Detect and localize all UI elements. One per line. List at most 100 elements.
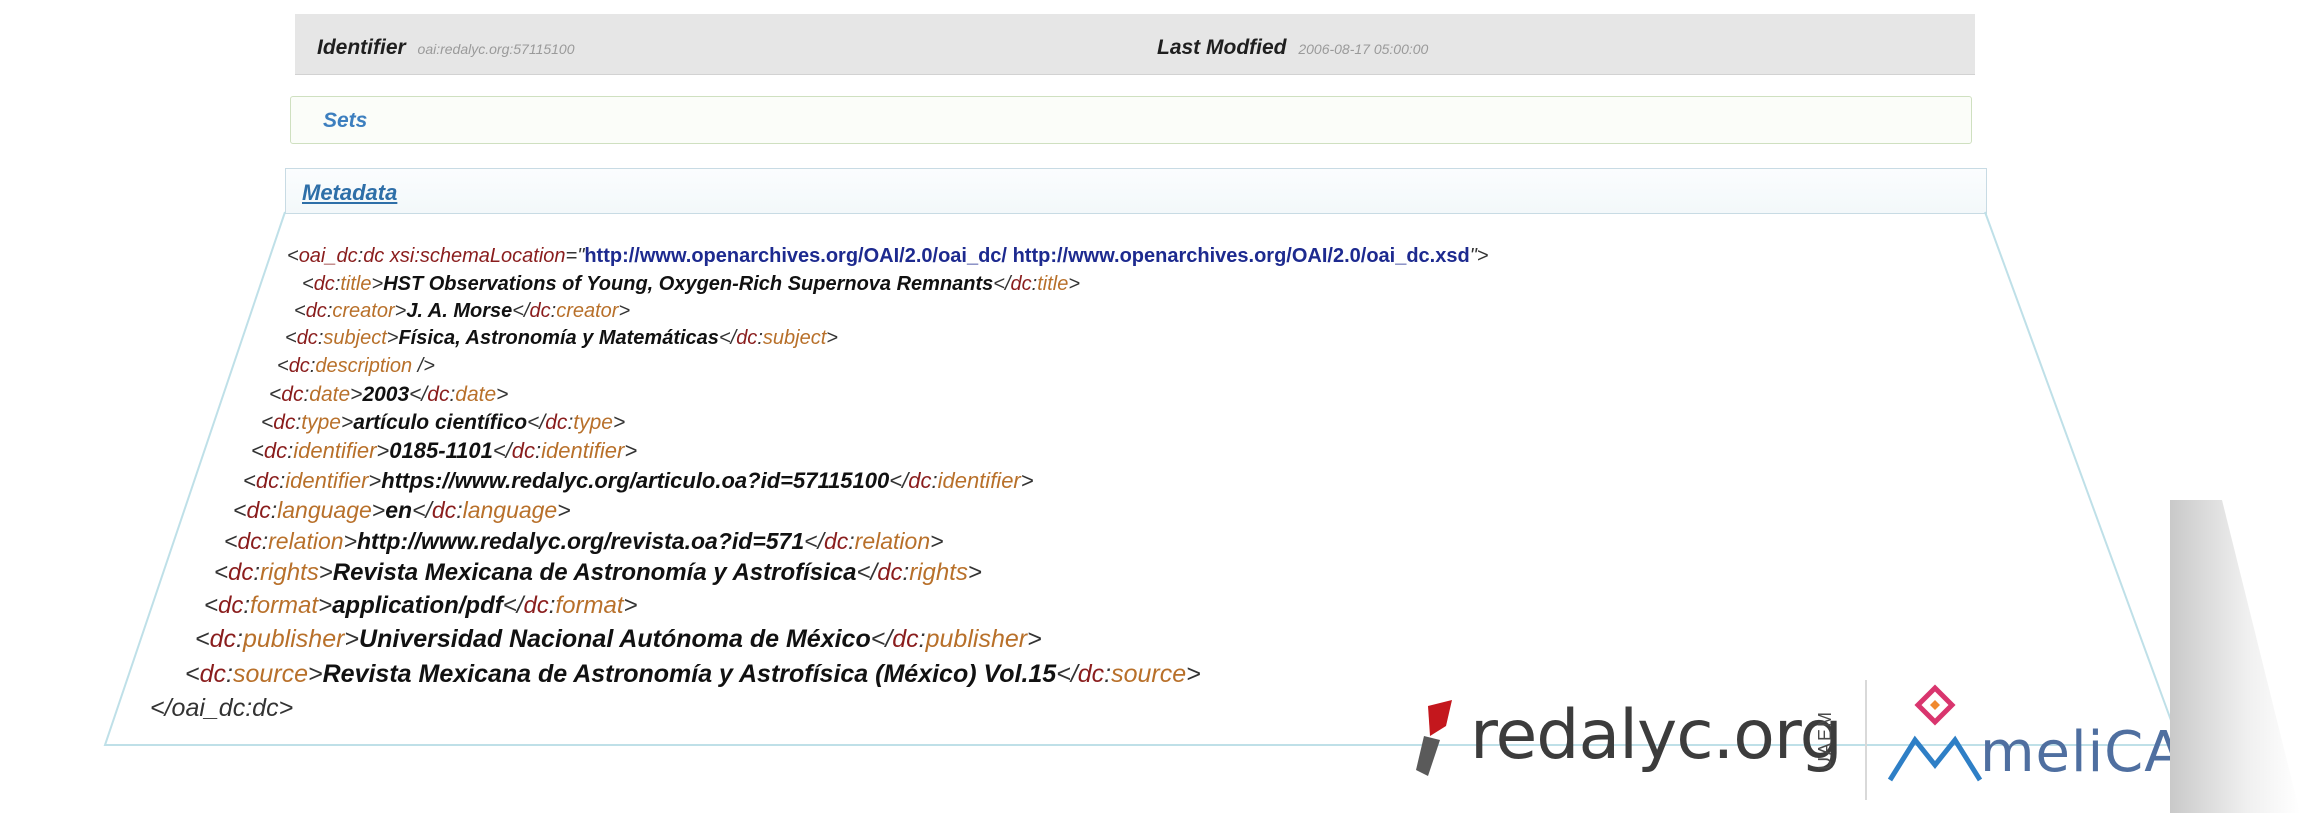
last-modified-field: Last Modfied 2006-08-17 05:00:00 <box>1157 36 1428 60</box>
xml-prefix: dc <box>246 497 271 523</box>
identifier-field: Identifier oai:redalyc.org:57115100 <box>317 36 575 60</box>
xml-prefix: dc <box>1010 273 1032 295</box>
xml-element-identifier: <dc:identifier>https://www.redalyc.org/a… <box>243 470 1034 492</box>
xml-tag-name: publisher <box>242 625 345 653</box>
metadata-title[interactable]: Metadata <box>302 180 397 206</box>
xml-value: Revista Mexicana de Astronomía y Astrofí… <box>322 660 1057 688</box>
xml-bracket: < <box>251 438 264 463</box>
xml-bracket: > <box>371 273 384 295</box>
xml-bracket: > <box>1020 468 1034 493</box>
xml-bracket: > <box>826 327 838 349</box>
xml-bracket: > <box>1027 625 1042 653</box>
xml-value: en <box>385 497 413 523</box>
xml-prefix: oai_dc <box>298 245 358 267</box>
xml-prefix: dc <box>288 355 310 377</box>
xml-tag-name: creator <box>332 300 395 322</box>
xml-bracket: < <box>195 625 210 653</box>
xml-bracket: < <box>269 383 282 406</box>
xml-value: artículo científico <box>353 411 528 434</box>
xml-bracket: < <box>185 660 200 688</box>
xml-bracket: </ <box>492 438 512 463</box>
xml-prefix: dc <box>209 625 237 653</box>
xml-prefix: dc <box>273 411 296 434</box>
xml-bracket: </ <box>1056 660 1078 688</box>
sets-panel[interactable]: Sets <box>290 96 1972 144</box>
xml-prefix: dc <box>313 273 335 295</box>
xml-tag-name: identifier <box>285 468 369 493</box>
xml-element-identifier: <dc:identifier>0185-1101</dc:identifier> <box>251 440 637 462</box>
identifier-value: oai:redalyc.org:57115100 <box>417 41 575 57</box>
xml-prefix: dc <box>1077 660 1105 688</box>
xml-bracket: > <box>612 411 626 434</box>
xml-element-title: <dc:title>HST Observations of Young, Oxy… <box>302 274 1080 294</box>
xml-bracket: </ <box>412 497 432 523</box>
xml-root-close: </oai_dc:dc> <box>150 696 293 721</box>
xml-bracket: > <box>343 528 357 554</box>
xml-bracket: > <box>394 300 407 322</box>
xml-tag-name: subject <box>323 327 387 349</box>
xml-tag-name: relation <box>268 528 344 554</box>
xml-prefix: dc <box>228 559 254 586</box>
xml-tag-name: identifier <box>541 438 625 463</box>
xml-prefix: dc <box>431 497 457 523</box>
xml-element-publisher: <dc:publisher>Universidad Nacional Autón… <box>195 627 1042 652</box>
xml-prefix: dc <box>296 327 318 349</box>
xml-bracket: </ <box>870 625 893 653</box>
xml-prefix: dc <box>237 528 262 554</box>
xml-value: Revista Mexicana de Astronomía y Astrofí… <box>332 559 857 586</box>
xml-bracket: > <box>623 592 638 619</box>
redalyc-logo: redalyc.org <box>1470 696 1843 775</box>
xml-bracket: </ <box>527 411 546 434</box>
xml-tag-name: relation <box>854 528 931 554</box>
xml-bracket: > <box>557 497 571 523</box>
xml-prefix: dc <box>877 559 903 586</box>
xml-prefix: dc <box>305 300 327 322</box>
xml-value: Universidad Nacional Autónoma de México <box>359 625 871 653</box>
xml-element-description: <dc:description /> <box>277 356 435 376</box>
xml-bracket: < <box>214 559 229 586</box>
last-modified-value: 2006-08-17 05:00:00 <box>1298 41 1429 57</box>
xml-bracket: </ <box>718 327 737 349</box>
xml-prefix: dc <box>908 468 932 493</box>
xml-bracket: > <box>344 625 360 653</box>
xml-prefix: dc <box>523 592 549 619</box>
xml-root-open: <oai_dc:dc xsi:schemaLocation="http://ww… <box>287 246 1488 266</box>
xml-bracket: < <box>261 411 274 434</box>
xml-tag-name: format <box>555 592 624 619</box>
sets-title[interactable]: Sets <box>323 109 367 133</box>
xml-colon: : <box>226 660 233 688</box>
xml-bracket: > <box>1186 660 1201 688</box>
record-header: Identifier oai:redalyc.org:57115100 Last… <box>295 14 1975 74</box>
xml-element-language: <dc:language>en</dc:language> <box>233 499 571 522</box>
xml-prefix: dc <box>281 383 304 406</box>
xml-tag-name: subject <box>762 327 827 349</box>
xml-element-source: <dc:source>Revista Mexicana de Astronomí… <box>185 662 1201 687</box>
xml-bracket: < <box>302 273 314 295</box>
xml-tag-name: date <box>309 383 351 406</box>
xml-bracket: > <box>618 300 631 322</box>
xml-quote: =" <box>565 245 585 267</box>
footer-logos: redalyc.org UAEM meliCA <box>1410 680 2190 800</box>
xml-bracket: </ <box>409 383 428 406</box>
xml-element-relation: <dc:relation>http://www.redalyc.org/revi… <box>224 530 944 553</box>
xml-prefix: dc <box>218 592 244 619</box>
xml-bracket: > <box>318 592 333 619</box>
xml-tag-name: date <box>455 383 497 406</box>
xml-bracket: > <box>386 327 399 349</box>
xml-tag-name: format <box>250 592 319 619</box>
xml-bracket: > <box>376 438 390 463</box>
xml-bracket: > <box>371 497 386 523</box>
logo-divider <box>1865 680 1867 800</box>
xml-tag-name: language <box>462 497 558 523</box>
amelica-logo: meliCA <box>1980 720 2184 785</box>
xml-tag-name: type <box>573 411 613 434</box>
xml-bracket: > <box>967 559 982 586</box>
xml-bracket: < <box>243 468 256 493</box>
xml-bracket: < <box>285 327 297 349</box>
xml-bracket: > <box>496 383 509 406</box>
xml-tag-name: description <box>315 355 413 377</box>
xml-prefix: dc <box>892 625 919 653</box>
xml-root-close-text: </oai_dc:dc> <box>150 694 294 722</box>
xml-element-rights: <dc:rights>Revista Mexicana de Astronomí… <box>214 561 982 585</box>
xml-bracket: </ <box>856 559 878 586</box>
